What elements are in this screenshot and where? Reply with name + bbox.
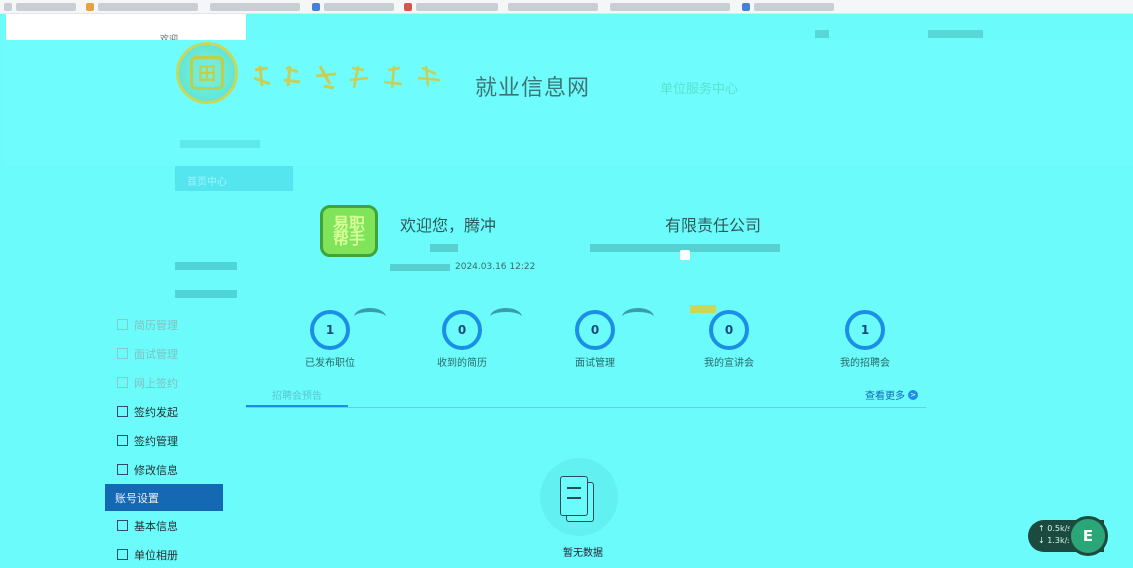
- bookmark-icon[interactable]: [86, 3, 94, 11]
- stat-value: 0: [709, 310, 749, 350]
- top-bar: [6, 14, 246, 40]
- sidebar-item-ghost[interactable]: [175, 262, 237, 270]
- doc-line: [567, 497, 581, 499]
- bookmarks-bar: [0, 0, 1133, 14]
- menu-icon: [117, 520, 128, 531]
- sidebar-item-ghost[interactable]: [175, 290, 237, 298]
- welcome-text: 欢迎您，腾冲: [400, 216, 497, 235]
- sidebar-item-edit-info[interactable]: 修改信息: [105, 455, 223, 484]
- view-more-label: 查看更多: [865, 391, 905, 402]
- sidebar-section-account[interactable]: 账号设置: [105, 484, 223, 511]
- menu-icon: [117, 435, 128, 446]
- sidebar-item-sign-manage[interactable]: 签约管理: [105, 426, 223, 455]
- menu-icon: [117, 464, 128, 475]
- bookmark-item[interactable]: [324, 3, 394, 11]
- stat-label: 已发布职位: [305, 358, 355, 369]
- stat-value: 0: [442, 310, 482, 350]
- stat-label: 我的招聘会: [840, 358, 890, 369]
- stat-value: 1: [845, 310, 885, 350]
- document-icon: [560, 476, 588, 516]
- sparkle: [680, 250, 690, 260]
- sidebar-item-label: 简历管理: [134, 318, 178, 332]
- stat-published-jobs[interactable]: 1 已发布职位: [275, 310, 385, 369]
- site-title: 就业信息网: [475, 76, 591, 101]
- speed-ball-icon[interactable]: E: [1068, 516, 1108, 556]
- bookmark-item[interactable]: [16, 3, 76, 11]
- service-center-title: 单位服务中心: [660, 82, 739, 97]
- bookmark-item[interactable]: [508, 3, 598, 11]
- university-name-calligraphy: [253, 65, 441, 90]
- bookmark-item[interactable]: [610, 3, 730, 11]
- arrow-right-icon: >: [908, 389, 918, 400]
- seal-icon: 田: [190, 56, 224, 90]
- university-logo: 田: [176, 42, 238, 104]
- stat-received-resumes[interactable]: 0 收到的简历: [407, 310, 517, 369]
- menu-icon: [117, 377, 128, 388]
- bookmark-icon[interactable]: [4, 3, 12, 11]
- sidebar-item-label: 签约发起: [134, 405, 178, 419]
- sidebar: 简历管理 面试管理 网上签约 签约发起 签约管理 修改信息 账号设置 基本信息 …: [105, 310, 223, 568]
- stat-value: 1: [310, 310, 350, 350]
- company-avatar: 易职 帮手: [320, 205, 378, 257]
- sidebar-item-sign-initiate[interactable]: 签约发起: [105, 397, 223, 426]
- bookmark-item[interactable]: [98, 3, 198, 11]
- top-link[interactable]: [928, 30, 983, 38]
- bookmark-item[interactable]: [416, 3, 498, 11]
- empty-state-text: 暂无数据: [563, 548, 603, 559]
- tabs-row: 招聘会预告 查看更多 >: [246, 384, 926, 408]
- sidebar-item-label: 网上签约: [134, 376, 178, 390]
- sidebar-item-resume[interactable]: 简历管理: [105, 310, 223, 339]
- tab-job-fair-preview[interactable]: 招聘会预告: [246, 384, 348, 407]
- stat-label: 面试管理: [575, 358, 615, 369]
- menu-icon: [117, 348, 128, 359]
- top-link[interactable]: [815, 30, 829, 38]
- header-banner: [4, 40, 1133, 166]
- sidebar-item-basic-info[interactable]: 基本信息: [105, 511, 223, 540]
- nav-tab-home[interactable]: 首页中心: [175, 166, 293, 191]
- avatar-text: 易职 帮手: [332, 214, 365, 248]
- profile-subtext: [430, 244, 458, 252]
- sidebar-item-online-sign[interactable]: 网上签约: [105, 368, 223, 397]
- doc-line: [567, 487, 581, 489]
- sidebar-item-label: 修改信息: [134, 463, 178, 477]
- stat-label: 收到的简历: [437, 358, 487, 369]
- sidebar-item-label: 基本信息: [134, 519, 178, 533]
- sidebar-item-label: 签约管理: [134, 434, 178, 448]
- login-label: [390, 264, 450, 271]
- view-more-link[interactable]: 查看更多 >: [865, 387, 918, 402]
- sidebar-item-album[interactable]: 单位相册: [105, 540, 223, 568]
- bookmark-item[interactable]: [210, 3, 300, 11]
- stat-my-job-fairs[interactable]: 1 我的招聘会: [810, 310, 920, 369]
- bookmark-item[interactable]: [754, 3, 834, 11]
- bookmark-icon[interactable]: [312, 3, 320, 11]
- menu-icon: [117, 319, 128, 330]
- bookmark-icon[interactable]: [742, 3, 750, 11]
- breadcrumb: [180, 140, 260, 148]
- sidebar-item-interview[interactable]: 面试管理: [105, 339, 223, 368]
- sidebar-item-label: 面试管理: [134, 347, 178, 361]
- menu-icon: [117, 549, 128, 560]
- stat-label: 我的宣讲会: [704, 358, 754, 369]
- stat-my-seminars[interactable]: 0 我的宣讲会: [674, 310, 784, 369]
- bookmark-icon[interactable]: [404, 3, 412, 11]
- last-login-time: 2024.03.16 12:22: [455, 262, 536, 272]
- menu-icon: [117, 406, 128, 417]
- company-name: 有限责任公司: [665, 216, 762, 235]
- stat-value: 0: [575, 310, 615, 350]
- sidebar-item-label: 单位相册: [134, 548, 178, 562]
- stat-interview-management[interactable]: 0 面试管理: [540, 310, 650, 369]
